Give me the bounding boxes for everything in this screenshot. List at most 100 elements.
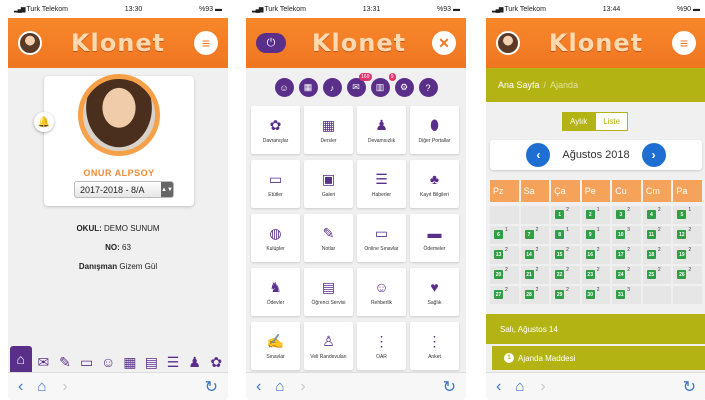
menu-tile-haberler[interactable]: ☰ Haberler xyxy=(357,160,406,208)
calendar-icon[interactable]: ▤ xyxy=(142,352,162,372)
battery-icon: ▬ xyxy=(453,5,460,13)
calendar-icon[interactable]: ▦ xyxy=(298,78,318,97)
calendar-day-cell[interactable]: 12 2 xyxy=(673,226,702,244)
calendar-day-cell[interactable]: 14 2 xyxy=(520,246,550,264)
menu-tile-online-sinavlar[interactable]: ▭ Online Sınavlar xyxy=(357,214,406,262)
notification-bell-button[interactable]: 🔔 xyxy=(34,112,54,132)
agenda-item[interactable]: 1 Ajanda Maddesi xyxy=(492,346,705,370)
calendar-day-cell[interactable]: 81 xyxy=(551,226,580,244)
calendar-day-cell[interactable]: 13 2 xyxy=(490,246,519,264)
menu-tile-oar[interactable]: ⋮ OAR xyxy=(357,322,406,370)
calendar-day-cell[interactable]: 24 2 xyxy=(612,266,641,284)
tools-icon[interactable]: ✎ xyxy=(55,352,75,372)
view-monthly-button[interactable]: Aylık xyxy=(562,112,596,131)
menu-tile-saglik[interactable]: ♥ Sağlık xyxy=(410,268,459,316)
calendar-day-cell[interactable]: 16 2 xyxy=(581,246,611,264)
agenda-item-title: Ajanda Maddesi xyxy=(518,353,576,363)
menu-tile-etutler[interactable]: ▭ Etütler xyxy=(251,160,300,208)
avatar[interactable] xyxy=(18,31,42,55)
board-icon[interactable]: ▭ xyxy=(77,352,97,372)
calendar-day-cell[interactable]: 23 2 xyxy=(581,266,611,284)
calendar-day-cell[interactable]: 32 xyxy=(612,206,641,224)
view-list-button[interactable]: Liste xyxy=(595,112,629,131)
family-icon[interactable]: ☺ xyxy=(98,352,118,372)
avatar[interactable] xyxy=(496,31,520,55)
next-month-button[interactable]: › xyxy=(641,143,666,167)
ribbon-icon[interactable]: ✿ xyxy=(206,352,226,372)
calendar-day-cell[interactable]: 20 2 xyxy=(490,266,519,284)
forward-icon[interactable]: › xyxy=(540,378,545,396)
browser-home-icon[interactable]: ⌂ xyxy=(37,378,46,395)
calendar-day-cell[interactable]: 26 2 xyxy=(673,266,702,284)
reports-icon[interactable]: ▥ 9 xyxy=(370,73,396,97)
calendar-day-cell[interactable]: 72 xyxy=(520,226,550,244)
back-icon[interactable]: ‹ xyxy=(256,378,261,396)
calendar-day-cell[interactable]: 91 xyxy=(581,226,611,244)
browser-home-icon[interactable]: ⌂ xyxy=(275,378,284,395)
calendar-day-cell[interactable]: 17 2 xyxy=(612,246,641,264)
browser-home-icon[interactable]: ⌂ xyxy=(515,378,524,395)
reload-icon[interactable]: ↻ xyxy=(205,377,218,397)
help-icon[interactable]: ? xyxy=(418,78,438,97)
user-icon[interactable]: ☺ xyxy=(274,78,294,97)
messages-icon[interactable]: ✉ 169 xyxy=(346,73,372,97)
calendar-day-cell[interactable]: 30 2 xyxy=(581,286,611,304)
settings-icon[interactable]: ⚙ xyxy=(394,78,414,97)
messages-badge: 169 xyxy=(359,73,372,81)
reload-icon[interactable]: ↻ xyxy=(683,377,696,397)
menu-tile-davranislar[interactable]: ✿ Davranışlar xyxy=(251,106,300,154)
bell-icon[interactable]: ♪ xyxy=(322,78,342,97)
event-count: 2 xyxy=(505,247,508,253)
menu-tile-veli-randevulari[interactable]: ♙ Veli Randevuları xyxy=(304,322,353,370)
menu-tile-diger-portallar[interactable]: ⬮ Diğer Portallar xyxy=(410,106,459,154)
menu-tile-anket[interactable]: ⋮ Anket xyxy=(410,322,459,370)
menu-button[interactable]: ≡ xyxy=(672,31,696,55)
calendar-day-cell[interactable]: 51 xyxy=(673,206,702,224)
calendar-day-cell[interactable]: 61 xyxy=(490,226,519,244)
status-bar: ▂▄▆ Turk Telekom 13:44 %90 ▬ xyxy=(486,0,705,18)
menu-tile-dersler[interactable]: ▦ Dersler xyxy=(304,106,353,154)
calendar-day-cell[interactable]: 21 2 xyxy=(520,266,550,284)
calendar-day-cell[interactable]: 19 2 xyxy=(673,246,702,264)
event-count: 2 xyxy=(566,287,569,293)
menu-tile-devamsizlik[interactable]: ♟ Devamsızlık xyxy=(357,106,406,154)
calendar-day-cell[interactable]: 28 2 xyxy=(520,286,550,304)
menu-tile-odevler[interactable]: ♞ Ödevler xyxy=(251,268,300,316)
menu-tile-odemeler[interactable]: ▬ Ödemeler xyxy=(410,214,459,262)
menu-tile-galeri[interactable]: ▣ Galeri xyxy=(304,160,353,208)
prev-month-button[interactable]: ‹ xyxy=(526,143,551,167)
calendar-day-cell[interactable]: 18 2 xyxy=(642,246,672,264)
calendar-14-icon[interactable]: ▦ xyxy=(120,352,140,372)
menu-tile-kulupler[interactable]: ◍ Kulüpler xyxy=(251,214,300,262)
reload-icon[interactable]: ↻ xyxy=(443,377,456,397)
calendar-day-cell[interactable]: 31 3 xyxy=(612,286,641,304)
calendar-day-cell[interactable]: 12 xyxy=(551,206,580,224)
forward-icon[interactable]: › xyxy=(62,378,67,396)
menu-tile-rehberlik[interactable]: ☺ Rehberlik xyxy=(357,268,406,316)
calendar-day-cell[interactable]: 15 2 xyxy=(551,246,580,264)
calendar-day-cell[interactable]: 11 2 xyxy=(642,226,672,244)
breadcrumb-home[interactable]: Ana Sayfa xyxy=(498,80,540,90)
forward-icon[interactable]: › xyxy=(300,378,305,396)
calendar-day-cell[interactable]: 21 xyxy=(581,206,611,224)
absence-icon[interactable]: ♟ xyxy=(185,352,205,372)
menu-tile-notlar[interactable]: ✎ Notlar xyxy=(304,214,353,262)
close-menu-button[interactable]: ✕ xyxy=(432,31,456,55)
notes-icon[interactable]: ☰ xyxy=(163,352,183,372)
calendar-day-cell[interactable]: 10 3 xyxy=(612,226,641,244)
calendar-day-cell[interactable]: 29 2 xyxy=(551,286,580,304)
back-icon[interactable]: ‹ xyxy=(18,378,23,396)
home-icon[interactable]: ⌂ xyxy=(10,346,32,372)
calendar-day-cell[interactable]: 42 xyxy=(642,206,672,224)
menu-tile-sinavlar[interactable]: ✍ Sınavlar xyxy=(251,322,300,370)
mail-icon[interactable]: ✉ xyxy=(34,352,54,372)
menu-tile-ogrenci-servisi[interactable]: ▤ Öğrenci Servisi xyxy=(304,268,353,316)
calendar-day-cell[interactable]: 22 2 xyxy=(551,266,580,284)
menu-button[interactable]: ≡ xyxy=(194,31,218,55)
back-icon[interactable]: ‹ xyxy=(496,378,501,396)
menu-tile-kayit-bilgileri[interactable]: ♣ Kayıt Bilgileri xyxy=(410,160,459,208)
calendar-day-cell[interactable]: 27 2 xyxy=(490,286,519,304)
logout-button[interactable]: ⏻ xyxy=(256,33,286,53)
class-select[interactable]: 2017-2018 - 8/A ▲▼ xyxy=(74,181,174,198)
calendar-day-cell[interactable]: 25 2 xyxy=(642,266,672,284)
